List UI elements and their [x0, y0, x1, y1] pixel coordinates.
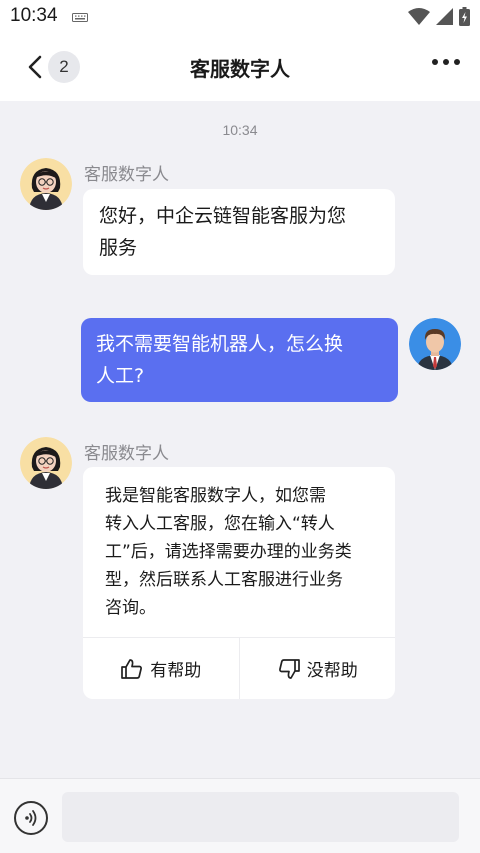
- message-line: 转入人工客服，您在输入“转人: [105, 514, 335, 534]
- message-line: 我不需要智能机器人，怎么换: [96, 333, 344, 355]
- more-options-icon[interactable]: [432, 59, 460, 65]
- voice-input-button[interactable]: [14, 801, 48, 835]
- status-bar: 10:34: [0, 0, 480, 33]
- message-line: 我是智能客服数字人，如您需: [105, 486, 326, 506]
- message-line: 咨询。: [105, 598, 156, 618]
- sender-name: 客服数字人: [84, 165, 169, 185]
- nav-bar: 2 客服数字人: [0, 33, 480, 101]
- not-helpful-button[interactable]: 没帮助: [238, 638, 396, 699]
- page-title: 客服数字人: [190, 57, 290, 81]
- user-message-bubble: 我不需要智能机器人，怎么换 人工?: [81, 318, 398, 402]
- message-line: 型，然后联系人工客服进行业务: [105, 570, 343, 590]
- not-helpful-label: 没帮助: [306, 661, 358, 681]
- message-line: 人工?: [96, 365, 145, 387]
- status-time: 10:34: [10, 5, 58, 26]
- bot-avatar: [20, 158, 72, 210]
- battery-icon: [459, 7, 470, 26]
- message-line: 工”后，请选择需要办理的业务类: [105, 542, 352, 562]
- signal-icon: [436, 8, 453, 25]
- voice-icon: [25, 810, 37, 826]
- message-timestamp: 10:34: [222, 122, 258, 138]
- bot-message-bubble: 我是智能客服数字人，如您需 转入人工客服，您在输入“转人 工”后，请选择需要办理…: [83, 467, 395, 699]
- message-input[interactable]: [62, 792, 459, 842]
- user-avatar: [409, 318, 461, 370]
- input-bar: [0, 778, 480, 853]
- message-line: 您好，中企云链智能客服为您: [99, 205, 347, 227]
- bot-message-bubble: 您好，中企云链智能客服为您 服务: [83, 189, 395, 275]
- message-line: 服务: [99, 237, 138, 259]
- sender-name: 客服数字人: [84, 444, 169, 464]
- helpful-label: 有帮助: [150, 661, 202, 681]
- bot-avatar: [20, 437, 72, 489]
- wifi-icon: [408, 8, 430, 25]
- thumbs-down-icon: [278, 658, 300, 679]
- helpful-button[interactable]: 有帮助: [83, 638, 239, 699]
- message-text: 我是智能客服数字人，如您需 转入人工客服，您在输入“转人 工”后，请选择需要办理…: [83, 467, 395, 634]
- thumbs-up-icon: [121, 658, 143, 679]
- feedback-row: 有帮助 没帮助: [83, 637, 395, 699]
- keyboard-icon: [72, 13, 88, 22]
